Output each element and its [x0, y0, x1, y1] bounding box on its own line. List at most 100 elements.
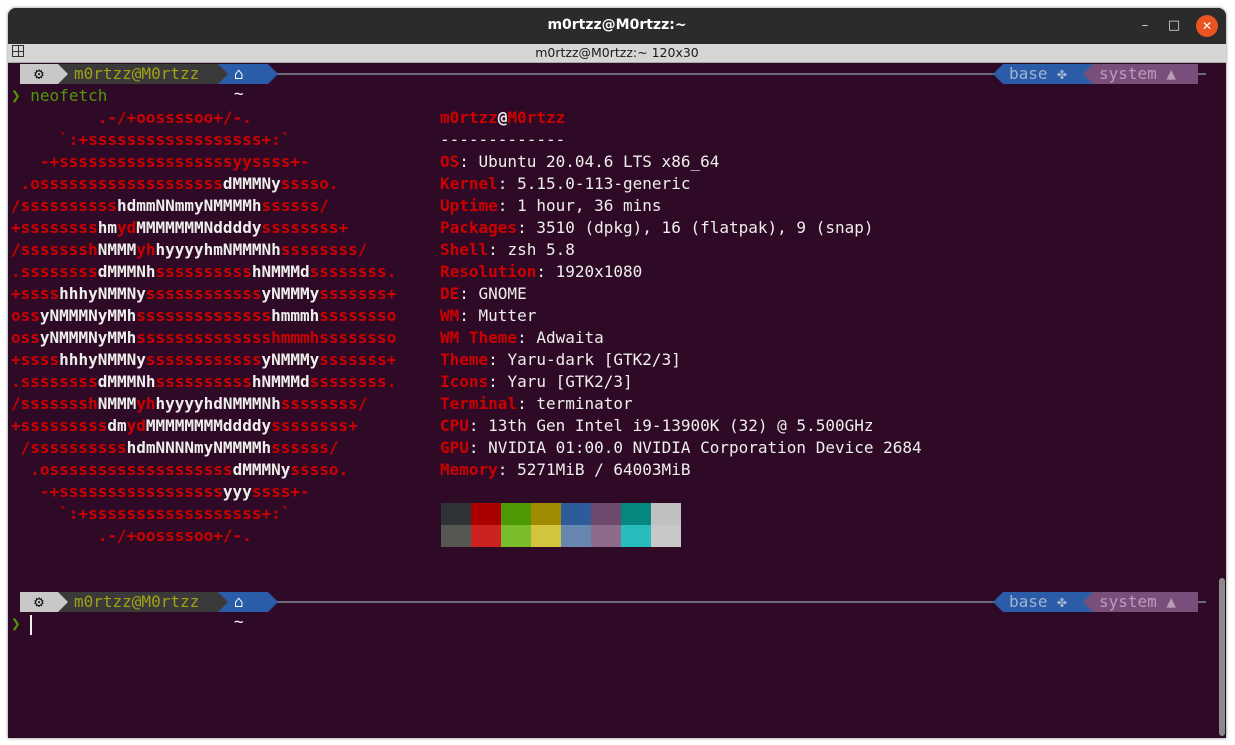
logo-segment: +ssss — [11, 284, 60, 303]
logo-segment: ssssss/ — [271, 438, 339, 457]
logo-line: /sssssssssshdmNNNNmyNMMMMhssssss/ — [11, 437, 339, 459]
info-key: OS — [440, 152, 460, 171]
logo-segment: dMMMNy — [222, 174, 281, 193]
logo-segment: hm — [97, 218, 117, 237]
logo-segment: hdmmNNmmyNMMMMh — [116, 196, 262, 215]
logo-segment: MMMMMMMMddddy — [145, 416, 272, 435]
logo-segment: dMMMNy — [232, 460, 291, 479]
logo-segment: ssssssssss — [155, 372, 252, 391]
logo-segment: .ssssssss — [11, 372, 98, 391]
prompt-user: m0rtzz@M0rtzz — [68, 64, 218, 84]
title-bar[interactable]: m0rtzz@M0rtzz:~ – □ ✕ — [8, 8, 1226, 44]
segment-arrow — [218, 592, 228, 612]
env-label: base — [1009, 64, 1048, 83]
color-swatch — [591, 525, 621, 547]
logo-line: `:+ssssssssssssssssss+:` — [11, 129, 290, 151]
info-user: m0rtzz — [440, 108, 498, 127]
logo-segment: ssssssss/ — [280, 394, 368, 413]
logo-segment: oss — [11, 306, 40, 325]
logo-segment: yNMMMNyMMh — [39, 306, 137, 325]
info-key: CPU — [440, 416, 469, 435]
logo-segment: ssssssssssssss — [136, 306, 272, 325]
minimize-button[interactable]: – — [1134, 15, 1156, 37]
info-value: NVIDIA 01:00.0 NVIDIA Corporation Device… — [488, 438, 922, 457]
logo-segment: hyyyyhmNMMMNh — [155, 240, 281, 259]
logo-segment: .osssssssssssssssssss — [11, 174, 223, 193]
logo-segment: sssssssssssssshmmmhssssssso — [136, 328, 397, 347]
terminal-output[interactable]: ⚙ m0rtzz@M0rtzz ⌂ ~ base ✤ system ▲ ❯ neofet… — [8, 63, 1226, 738]
info-key: DE — [440, 284, 460, 303]
color-swatch — [531, 525, 561, 547]
logo-segment: yyy — [222, 482, 252, 501]
logo-line: -+sssssssssssssssssyyyssss+- — [11, 481, 310, 503]
prompt-symbol: ❯ — [11, 614, 21, 633]
logo-segment: oss — [11, 328, 40, 347]
info-row: OS: Ubuntu 20.04.6 LTS x86_64 — [440, 152, 720, 171]
segment-arrow — [268, 592, 278, 612]
logo-segment: NMMM — [97, 240, 137, 259]
logo-segment: hdmNNNNmyNMMMMh — [126, 438, 272, 457]
logo-segment: hmmmh — [271, 306, 320, 325]
logo-line: .-/+oossssoo+/-. — [11, 525, 252, 547]
info-value: 13th Gen Intel i9-13900K (32) @ 5.500GHz — [488, 416, 874, 435]
logo-segment: sssso. — [290, 460, 349, 479]
logo-segment: yd — [126, 416, 146, 435]
logo-segment: hhhyNMMNy — [59, 350, 146, 369]
logo-segment: hhhyNMMNy — [59, 284, 146, 303]
logo-segment: -+sssssssssssssssss — [11, 482, 223, 501]
logo-segment: yh — [136, 394, 156, 413]
info-row: Memory: 5271MiB / 64003MiB — [440, 460, 691, 479]
color-swatch — [561, 525, 591, 547]
python-icon: ✤ — [1047, 592, 1067, 611]
logo-segment: /sssssssh — [11, 394, 98, 413]
logo-segment: dMMMNh — [97, 372, 156, 391]
context-label: system — [1099, 592, 1157, 611]
input-line[interactable]: ❯ — [11, 613, 21, 635]
logo-segment: ssssssso — [319, 306, 397, 325]
logo-line: /ssssssshNMMMyhhyyyyhdNMMMNhssssssss/ — [11, 393, 367, 415]
env-segment: base ✤ — [1003, 592, 1083, 612]
logo-line: +sssssssssdmydMMMMMMMMddddyssssssss+ — [11, 415, 358, 437]
color-swatch — [501, 503, 531, 525]
logo-line: .-/+oossssoo+/-. — [11, 107, 252, 129]
segment-arrow — [1083, 592, 1093, 612]
info-key: Theme — [440, 350, 489, 369]
home-icon: ⌂ — [234, 64, 244, 83]
logo-line: +sssshhhyNMMNyssssssssssssyNMMMysssssss+ — [11, 349, 396, 371]
maximize-button[interactable]: □ — [1163, 15, 1185, 37]
logo-segment: `:+ssssssssssssssssss+:` — [11, 504, 291, 523]
logo-segment: `:+ssssssssssssssssss+:` — [11, 130, 291, 149]
info-value: 5271MiB / 64003MiB — [517, 460, 691, 479]
logo-segment: dm — [107, 416, 127, 435]
info-value: Adwaita — [536, 328, 604, 347]
info-value: terminator — [536, 394, 633, 413]
logo-segment: MMMMMMMNddddy — [136, 218, 262, 237]
logo-segment: hNMMMd — [251, 372, 310, 391]
logo-segment: .-/+oossssoo+/-. — [11, 526, 252, 545]
color-swatch — [591, 503, 621, 525]
logo-line: .ssssssssdMMMNhsssssssssshNMMMdssssssss. — [11, 261, 396, 283]
logo-segment: yNMMMy — [261, 350, 320, 369]
info-row: Shell: zsh 5.8 — [440, 240, 575, 259]
logo-line: +sssshhhyNMMNyssssssssssssyNMMMysssssss+ — [11, 283, 396, 305]
logo-segment: sssssss+ — [319, 350, 397, 369]
logo-segment: ssssssss. — [309, 262, 397, 281]
segment-arrow — [58, 592, 68, 612]
prompt-user: m0rtzz@M0rtzz — [68, 592, 218, 612]
close-button[interactable]: ✕ — [1196, 15, 1218, 37]
info-value: Yaru [GTK2/3] — [507, 372, 633, 391]
scrollbar-thumb[interactable] — [1219, 578, 1225, 736]
logo-line: .ssssssssdMMMNhsssssssssshNMMMdssssssss. — [11, 371, 396, 393]
home-icon: ⌂ — [234, 592, 244, 611]
context-segment: system ▲ — [1093, 64, 1198, 84]
info-value: 3510 (dpkg), 16 (flatpak), 9 (snap) — [536, 218, 874, 237]
segment-arrow — [1083, 64, 1093, 84]
ubuntu-icon: ⚙ — [20, 592, 58, 612]
info-row: Packages: 3510 (dpkg), 16 (flatpak), 9 (… — [440, 218, 874, 237]
logo-segment: +sssssssss — [11, 416, 108, 435]
logo-segment: ssssss/ — [261, 196, 329, 215]
logo-segment: -+ssssssssssssssssssyyssss+- — [11, 152, 310, 171]
command-text: neofetch — [30, 86, 108, 105]
info-key: Resolution — [440, 262, 537, 281]
color-swatch — [471, 525, 501, 547]
